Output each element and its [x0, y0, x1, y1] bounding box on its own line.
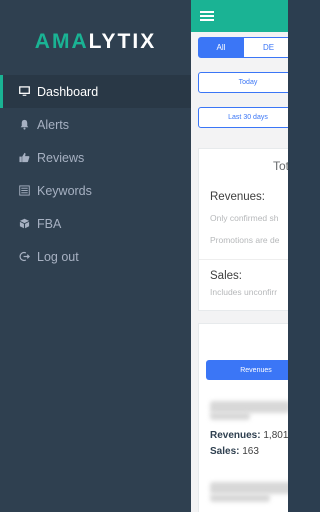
- sidebar-item-fba[interactable]: FBA: [0, 207, 191, 240]
- totals-title: Tot: [273, 159, 288, 173]
- sidebar-nav: Dashboard Alerts Reviews Keywords FBA Lo…: [0, 75, 191, 273]
- product-sales: Sales: 163: [210, 446, 259, 457]
- card-divider: [199, 259, 288, 260]
- sidebar-item-reviews[interactable]: Reviews: [0, 141, 191, 174]
- revenues-label: Revenues:: [210, 191, 265, 203]
- app-logo: AMALYTIX: [0, 30, 191, 54]
- products-card: Revenues Revenues: 1,801. Sales: 163: [198, 323, 288, 512]
- sidebar-item-logout[interactable]: Log out: [0, 240, 191, 273]
- totals-card: Tot Revenues: Only confirmed sh Promotio…: [198, 148, 288, 311]
- sidebar-item-label: Reviews: [37, 150, 85, 165]
- sales-note: Includes unconfirr: [210, 287, 278, 297]
- hamburger-menu-icon[interactable]: [200, 11, 214, 21]
- blurred-product-subtitle: [210, 412, 250, 420]
- bell-icon: [17, 118, 31, 132]
- monitor-icon: [17, 85, 31, 99]
- cube-icon: [17, 217, 31, 231]
- marketplace-tabs: All DE: [198, 37, 288, 58]
- tab-all[interactable]: All: [198, 37, 244, 58]
- revenues-note-confirmed: Only confirmed sh: [210, 213, 279, 223]
- thumbs-up-icon: [17, 151, 31, 165]
- revenues-button[interactable]: Revenues: [206, 360, 288, 380]
- top-bar: [191, 0, 288, 32]
- list-icon: [17, 184, 31, 198]
- logout-icon: [17, 250, 31, 264]
- today-button[interactable]: Today: [198, 72, 288, 93]
- blurred-product-name-2: [210, 482, 288, 494]
- sidebar-item-keywords[interactable]: Keywords: [0, 174, 191, 207]
- revenues-value: 1,801.: [263, 430, 288, 441]
- sidebar-item-dashboard[interactable]: Dashboard: [0, 75, 191, 108]
- sales-key: Sales:: [210, 446, 240, 457]
- product-revenues: Revenues: 1,801.: [210, 430, 288, 441]
- last-30-days-button[interactable]: Last 30 days: [198, 107, 288, 128]
- revenues-key: Revenues:: [210, 430, 261, 441]
- sales-label: Sales:: [210, 270, 242, 282]
- tab-de[interactable]: DE: [244, 37, 288, 58]
- blurred-product-subtitle-2: [210, 494, 270, 502]
- logo-part-1: AMA: [34, 30, 89, 53]
- main-content: All DE Today Last 30 days Tot Revenues: …: [191, 0, 288, 512]
- sidebar-item-label: Log out: [37, 249, 79, 264]
- revenues-note-promotions: Promotions are de: [210, 235, 280, 245]
- sidebar-item-label: Keywords: [37, 183, 92, 198]
- sidebar-item-label: FBA: [37, 216, 62, 231]
- sidebar: AMALYTIX Dashboard Alerts Reviews Keywor…: [0, 0, 191, 512]
- sidebar-item-label: Dashboard: [37, 84, 99, 99]
- sidebar-item-label: Alerts: [37, 117, 69, 132]
- sales-value: 163: [242, 446, 259, 457]
- sidebar-item-alerts[interactable]: Alerts: [0, 108, 191, 141]
- logo-part-2: LYTIX: [88, 30, 157, 53]
